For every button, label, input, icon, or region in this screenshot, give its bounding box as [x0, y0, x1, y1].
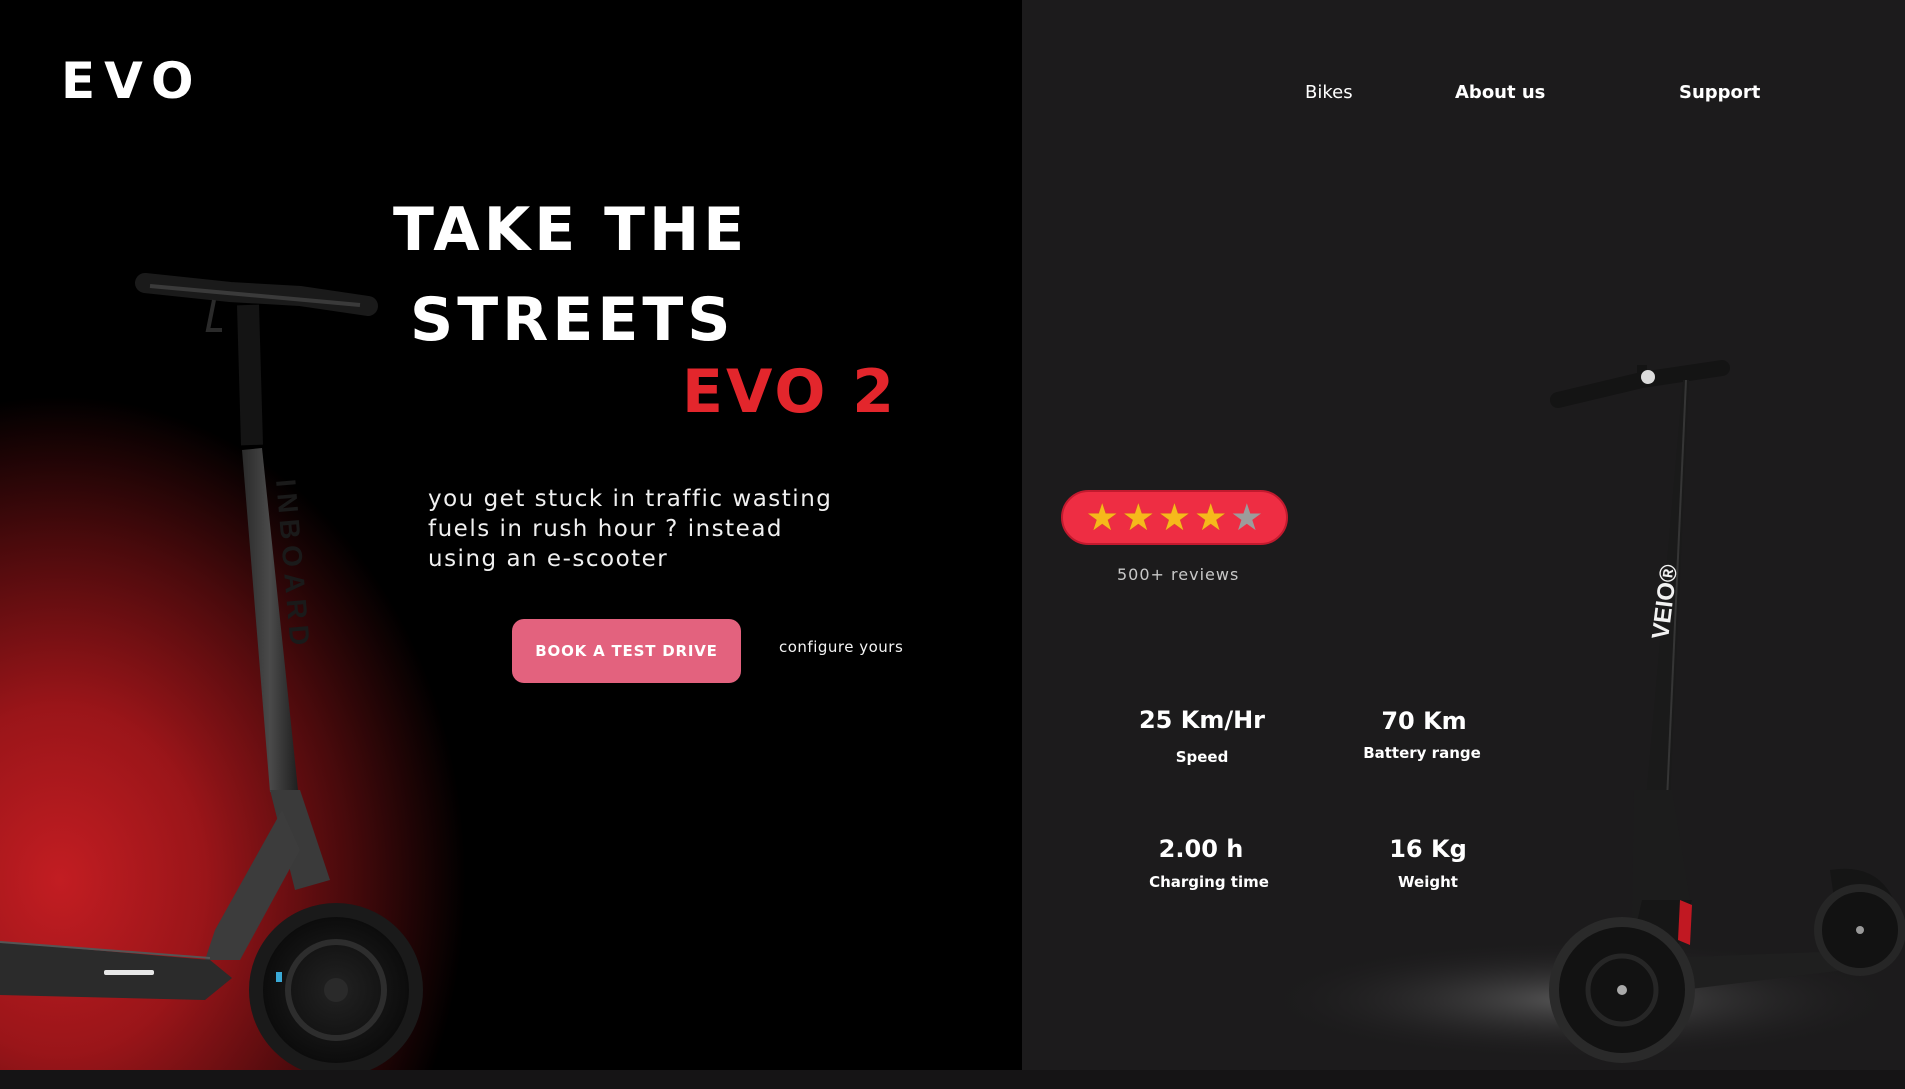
star-icon: ★: [1085, 496, 1119, 539]
hero-description: you get stuck in traffic wasting fuels i…: [428, 484, 848, 574]
charging-time-value: 2.00 h: [1158, 835, 1244, 863]
hero-panel: INBOARD EVO TAKE THE STREETS EVO 2 you g…: [0, 0, 1022, 1070]
brand-logo[interactable]: EVO: [61, 52, 202, 110]
headline-line-1: TAKE THE: [393, 195, 749, 265]
weight-label: Weight: [1398, 873, 1458, 891]
rating-stars: ★ ★ ★ ★ ★: [1061, 490, 1288, 545]
nav-about-us[interactable]: About us: [1455, 82, 1545, 103]
nav-support[interactable]: Support: [1679, 82, 1760, 103]
charging-time-label: Charging time: [1149, 873, 1269, 891]
description-line: using an e-scooter: [428, 546, 669, 572]
battery-range-label: Battery range: [1363, 744, 1481, 762]
star-empty-icon: ★: [1230, 496, 1264, 539]
landing-page: INBOARD EVO TAKE THE STREETS EVO 2 you g…: [0, 0, 1905, 1089]
nav-bikes[interactable]: Bikes: [1305, 82, 1353, 103]
description-line: you get stuck in traffic wasting: [428, 486, 833, 512]
description-line: fuels in rush hour ? instead: [428, 516, 784, 542]
speed-value: 25 Km/Hr: [1138, 706, 1266, 734]
product-decal: VEIO®: [1647, 563, 1683, 641]
reviews-count: 500+ reviews: [1117, 565, 1240, 584]
weight-value: 16 Kg: [1389, 835, 1467, 863]
speed-label: Speed: [1175, 748, 1229, 766]
headline-line-2: STREETS: [410, 285, 735, 355]
star-icon: ★: [1121, 496, 1155, 539]
model-name: EVO 2: [682, 357, 898, 427]
star-icon: ★: [1194, 496, 1228, 539]
battery-range-value: 70 Km: [1381, 707, 1467, 735]
bottom-strip: [0, 1070, 1905, 1089]
configure-link[interactable]: configure yours: [779, 638, 903, 656]
product-panel: VEIO® ★ ★ ★ ★ ★ 500+ reviews 25 Km/Hr Sp…: [1022, 0, 1905, 1070]
book-test-drive-button[interactable]: BOOK A TEST DRIVE: [512, 619, 741, 683]
star-icon: ★: [1157, 496, 1192, 539]
